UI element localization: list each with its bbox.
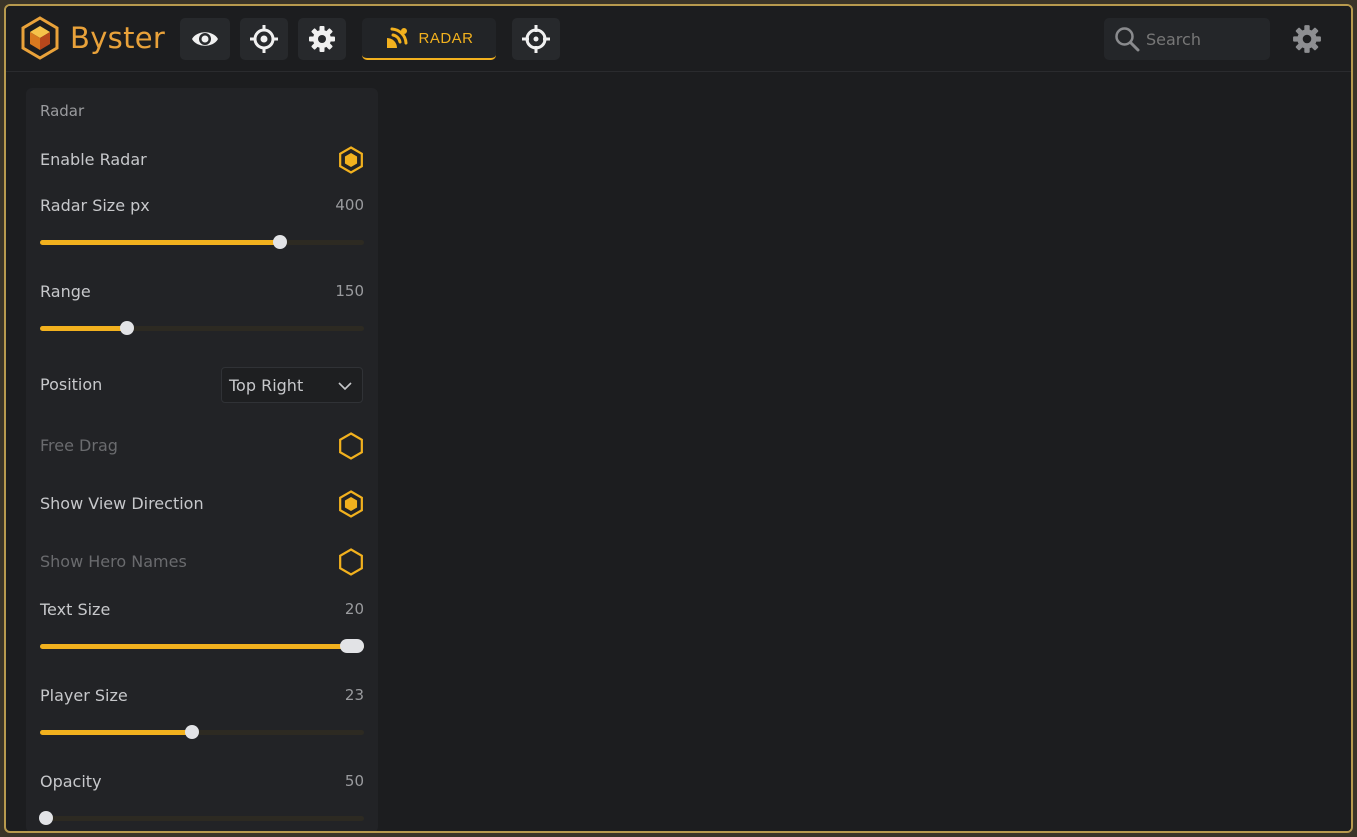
brand-name: Byster xyxy=(70,21,166,55)
slider-thumb[interactable] xyxy=(120,321,135,335)
content-area xyxy=(388,76,1351,831)
search-icon xyxy=(1115,27,1140,52)
show-hero-names-toggle[interactable] xyxy=(336,546,366,578)
player-size-slider[interactable] xyxy=(40,725,364,739)
text-size-label: Text Size xyxy=(40,600,111,619)
radar-size-label: Radar Size px xyxy=(40,196,150,215)
row-radar-size: Radar Size px 400 xyxy=(40,196,364,249)
opacity-label: Opacity xyxy=(40,772,102,791)
settings-gear-icon[interactable] xyxy=(1292,24,1322,54)
app-window: Byster RADAR Search Radar Enable Radar R… xyxy=(4,4,1353,833)
row-show-view-direction: Show View Direction xyxy=(40,488,364,520)
tab-misc[interactable] xyxy=(298,18,346,60)
radar-size-slider[interactable] xyxy=(40,235,364,249)
section-title: Radar xyxy=(40,102,85,120)
range-slider[interactable] xyxy=(40,321,364,335)
tab-crosshair[interactable] xyxy=(512,18,560,60)
show-view-direction-label: Show View Direction xyxy=(40,494,204,513)
free-drag-label: Free Drag xyxy=(40,436,118,455)
row-player-size: Player Size 23 xyxy=(40,686,364,739)
search-box[interactable] xyxy=(1104,18,1270,60)
tab-radar[interactable]: RADAR xyxy=(362,18,496,60)
range-value: 150 xyxy=(335,282,364,300)
chevron-down-icon xyxy=(338,382,352,391)
radar-size-value: 400 xyxy=(335,196,364,214)
enable-radar-label: Enable Radar xyxy=(40,150,147,169)
slider-thumb[interactable] xyxy=(185,725,200,739)
position-selected: Top Right xyxy=(229,375,304,395)
free-drag-toggle[interactable] xyxy=(336,430,366,462)
radar-settings-panel: Radar Enable Radar Radar Size px 400 Ran… xyxy=(26,88,378,831)
row-enable-radar: Enable Radar xyxy=(40,144,364,176)
row-opacity: Opacity 50 xyxy=(39,772,364,825)
player-size-label: Player Size xyxy=(40,686,128,705)
target-icon xyxy=(250,25,278,53)
titlebar: Byster RADAR Search xyxy=(6,6,1351,72)
row-show-hero-names: Show Hero Names xyxy=(40,546,364,578)
show-view-direction-toggle[interactable] xyxy=(336,488,366,520)
text-size-slider[interactable] xyxy=(40,639,364,653)
byster-logo-icon xyxy=(21,16,59,60)
show-hero-names-label: Show Hero Names xyxy=(40,552,187,571)
opacity-value: 50 xyxy=(344,772,364,790)
tab-aim[interactable] xyxy=(240,18,288,60)
tab-visuals[interactable] xyxy=(180,18,230,60)
position-dropdown[interactable]: Top Right xyxy=(221,367,363,403)
row-text-size: Text Size 20 xyxy=(40,600,364,653)
search-input[interactable] xyxy=(1146,29,1256,49)
eye-icon xyxy=(192,32,218,46)
crosshair-icon xyxy=(522,25,550,53)
slider-thumb[interactable] xyxy=(272,235,287,249)
row-range: Range 150 xyxy=(40,282,364,335)
position-label: Position xyxy=(40,375,103,394)
radar-icon xyxy=(387,27,408,48)
slider-thumb[interactable] xyxy=(39,811,54,825)
tab-radar-label: RADAR xyxy=(418,29,474,47)
opacity-slider[interactable] xyxy=(39,811,364,825)
enable-radar-toggle[interactable] xyxy=(336,144,366,176)
range-label: Range xyxy=(40,282,91,301)
gear-icon xyxy=(309,26,335,52)
text-size-value: 20 xyxy=(344,600,364,618)
slider-thumb[interactable] xyxy=(340,639,364,653)
row-free-drag: Free Drag xyxy=(40,430,364,462)
player-size-value: 23 xyxy=(344,686,364,704)
row-position: Position Top Right xyxy=(40,367,364,405)
